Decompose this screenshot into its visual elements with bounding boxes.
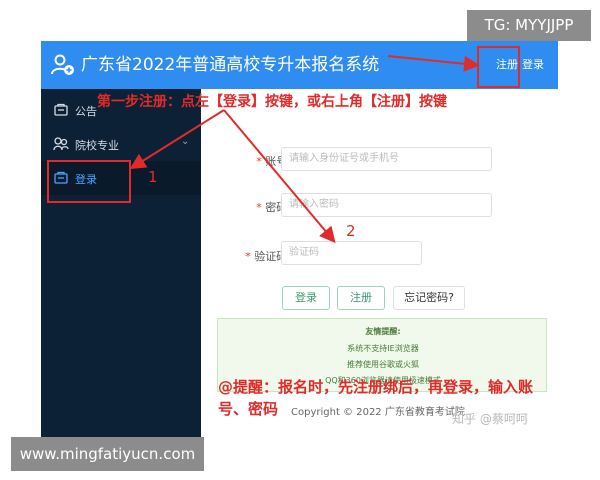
step-one-annotation: 第一步注册：点左【登录】按键，或右上角【注册】按键 <box>97 94 447 110</box>
notice-line: 系统不支持IE浏览器 <box>347 344 419 353</box>
required-mark: * <box>245 250 251 263</box>
school-icon <box>53 137 69 151</box>
highlight-register-box <box>477 46 520 88</box>
user-plus-icon <box>51 54 74 75</box>
reminder-annotation-line1: @提醒：报名时，先注册绑后，再登录，输入账 <box>218 378 534 396</box>
copyright: Copyright © 2022 广东省教育考试院 <box>291 407 465 418</box>
notice-title: 友情提醒: <box>365 327 401 336</box>
account-input[interactable]: 请输入身份证号或手机号 <box>281 147 492 171</box>
sidebar: 公告 院校专业 ⌄ 登录 <box>41 89 201 440</box>
chevron-down-icon: ⌄ <box>181 136 190 147</box>
tg-overlay-tag: TG: MYYJJPP <box>467 10 591 41</box>
step-number-2: 2 <box>346 222 356 240</box>
notice-line: 推荐使用谷歌或火狐 <box>347 360 419 369</box>
announcement-icon <box>54 103 68 116</box>
password-input[interactable]: 请输入密码 <box>281 193 492 217</box>
zhihu-watermark: 知乎 @蔡呵呵 <box>452 412 528 426</box>
app-title: 广东省2022年普通高校专升本报名系统 <box>81 55 380 75</box>
site-overlay-tag: www.mingfatiyucn.com <box>11 437 204 471</box>
forgot-password-button[interactable]: 忘记密码? <box>393 286 465 310</box>
register-button[interactable]: 注册 <box>337 286 385 310</box>
sidebar-item-label: 公告 <box>75 105 97 118</box>
reminder-annotation-line2: 号、密码 <box>218 400 279 418</box>
sidebar-item-schools[interactable]: 院校专业 ⌄ <box>41 127 201 161</box>
sidebar-item-label: 院校专业 <box>75 139 119 152</box>
step-number-1: 1 <box>148 168 158 186</box>
login-button[interactable]: 登录 <box>282 286 330 310</box>
highlight-login-box <box>47 160 131 203</box>
captcha-input[interactable]: 验证码 <box>281 241 422 265</box>
required-mark: * <box>256 201 262 214</box>
required-mark: * <box>256 155 262 168</box>
login-link[interactable]: 登录 <box>522 56 544 72</box>
